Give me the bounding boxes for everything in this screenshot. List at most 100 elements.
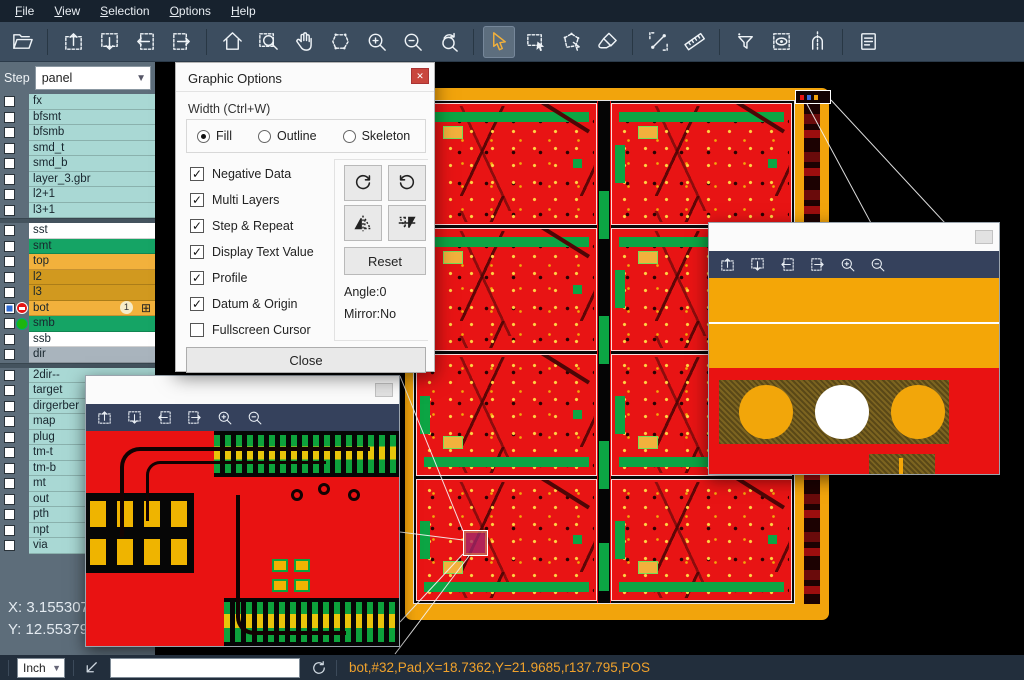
- layer-checkbox[interactable]: [4, 272, 15, 283]
- layer-label[interactable]: l3: [29, 285, 155, 301]
- zoom-in-button[interactable]: [839, 256, 856, 273]
- layer-checkbox[interactable]: [4, 432, 15, 443]
- layer-checkbox[interactable]: [4, 256, 15, 267]
- magnifier-titlebar[interactable]: [86, 376, 399, 404]
- layer-row-l3[interactable]: l3: [0, 285, 155, 301]
- layer-checkbox[interactable]: [4, 96, 15, 107]
- radio-icon[interactable]: [258, 130, 271, 143]
- layer-row-bfsmb[interactable]: bfsmb: [0, 125, 155, 141]
- highlight-brush-button[interactable]: [591, 26, 623, 58]
- close-icon[interactable]: ✕: [411, 68, 429, 84]
- layer-row-smd_b[interactable]: smd_b: [0, 156, 155, 172]
- select-cursor-button[interactable]: [483, 26, 515, 58]
- checkbox-icon[interactable]: ✓: [190, 193, 204, 207]
- menu-item-file[interactable]: File: [6, 2, 43, 20]
- layer-checkbox[interactable]: [4, 349, 15, 360]
- layer-label[interactable]: dir: [29, 347, 155, 363]
- layer-label[interactable]: bfsmb: [29, 125, 155, 141]
- checkbox-profile[interactable]: ✓Profile: [190, 265, 314, 291]
- corner-arrow-icon[interactable]: [82, 659, 100, 677]
- layer-label[interactable]: layer_3.gbr: [29, 172, 155, 188]
- pan-right-button[interactable]: [809, 256, 826, 273]
- zoom-in-button[interactable]: [216, 409, 233, 426]
- magnifier-window-right[interactable]: [708, 222, 1000, 475]
- pan-up-button[interactable]: [96, 409, 113, 426]
- home-view-button[interactable]: [216, 26, 248, 58]
- zoom-window-button[interactable]: [252, 26, 284, 58]
- layer-label[interactable]: bfsmt: [29, 110, 155, 126]
- layer-label[interactable]: l2: [29, 270, 155, 286]
- checkbox-fullscreen-cursor[interactable]: Fullscreen Cursor: [190, 317, 314, 343]
- radio-skeleton[interactable]: Skeleton: [343, 129, 411, 143]
- layer-checkbox[interactable]: [4, 174, 15, 185]
- unit-select[interactable]: Inch ▼: [17, 658, 65, 678]
- layer-row-smb[interactable]: smb: [0, 316, 155, 332]
- menu-item-help[interactable]: Help: [222, 2, 265, 20]
- pan-down-button[interactable]: [126, 409, 143, 426]
- checkbox-step-repeat[interactable]: ✓Step & Repeat: [190, 213, 314, 239]
- measure-distance-button[interactable]: [642, 26, 674, 58]
- layer-checkbox[interactable]: [4, 385, 15, 396]
- checkbox-icon[interactable]: ✓: [190, 271, 204, 285]
- layer-label[interactable]: ssb: [29, 332, 155, 348]
- layer-label[interactable]: sst: [29, 223, 155, 239]
- window-button[interactable]: [975, 230, 993, 244]
- pan-left-button[interactable]: [129, 26, 161, 58]
- open-project-button[interactable]: [6, 26, 38, 58]
- layer-checkbox[interactable]: [4, 494, 15, 505]
- layer-checkbox[interactable]: [4, 189, 15, 200]
- snap-button[interactable]: [801, 26, 833, 58]
- checkbox-multi-layers[interactable]: ✓Multi Layers: [190, 187, 314, 213]
- radio-outline[interactable]: Outline: [258, 129, 317, 143]
- layer-checkbox[interactable]: [4, 127, 15, 138]
- layer-row-l3+1[interactable]: l3+1: [0, 203, 155, 219]
- layer-row-top[interactable]: top: [0, 254, 155, 270]
- pan-left-button[interactable]: [779, 256, 796, 273]
- checkbox-negative-data[interactable]: ✓Negative Data: [190, 161, 314, 187]
- layer-row-l2[interactable]: l2: [0, 270, 155, 286]
- layer-label[interactable]: top: [29, 254, 155, 270]
- menu-item-options[interactable]: Options: [161, 2, 220, 20]
- layer-row-ssb[interactable]: ssb: [0, 332, 155, 348]
- filter-button[interactable]: [729, 26, 761, 58]
- command-input[interactable]: [110, 658, 300, 678]
- rotate-cw-button[interactable]: [344, 165, 382, 201]
- select-rectangle-button[interactable]: [519, 26, 551, 58]
- layer-checkbox[interactable]: [4, 241, 15, 252]
- previous-view-button[interactable]: [432, 26, 464, 58]
- layer-label[interactable]: smd_b: [29, 156, 155, 172]
- layer-checkbox[interactable]: [4, 447, 15, 458]
- pan-down-button[interactable]: [749, 256, 766, 273]
- layer-checkbox[interactable]: [4, 158, 15, 169]
- checkbox-icon[interactable]: ✓: [190, 167, 204, 181]
- sync-icon[interactable]: [310, 659, 328, 677]
- layer-label[interactable]: smd_t: [29, 141, 155, 157]
- layer-checkbox[interactable]: [4, 334, 15, 345]
- layer-checkbox[interactable]: [4, 143, 15, 154]
- pan-up-button[interactable]: [57, 26, 89, 58]
- layer-checkbox[interactable]: [4, 205, 15, 216]
- menu-item-selection[interactable]: Selection: [91, 2, 158, 20]
- layer-label[interactable]: bot1⊞: [29, 301, 155, 317]
- layer-row-layer_3.gbr[interactable]: layer_3.gbr: [0, 172, 155, 188]
- layer-checkbox[interactable]: [4, 478, 15, 489]
- pan-down-button[interactable]: [93, 26, 125, 58]
- zoom-out-button[interactable]: [396, 26, 428, 58]
- magnifier-titlebar[interactable]: [709, 223, 999, 251]
- pan-hand-button[interactable]: [288, 26, 320, 58]
- layer-checkbox[interactable]: [4, 540, 15, 551]
- mirror-horizontal-button[interactable]: [344, 205, 382, 241]
- layer-row-fx[interactable]: fx: [0, 94, 155, 110]
- checkbox-icon[interactable]: ✓: [190, 297, 204, 311]
- checkbox-icon[interactable]: [190, 323, 204, 337]
- window-button[interactable]: [375, 383, 393, 397]
- radio-icon[interactable]: [343, 130, 356, 143]
- close-button[interactable]: Close: [186, 347, 426, 373]
- rotate-ccw-button[interactable]: [388, 165, 426, 201]
- radio-fill[interactable]: Fill: [197, 129, 232, 143]
- grid-icon[interactable]: ⊞: [141, 303, 151, 313]
- layer-row-bot[interactable]: bot1⊞: [0, 301, 155, 317]
- layer-row-dir[interactable]: dir: [0, 347, 155, 363]
- layer-label[interactable]: l3+1: [29, 203, 155, 219]
- layer-row-bfsmt[interactable]: bfsmt: [0, 110, 155, 126]
